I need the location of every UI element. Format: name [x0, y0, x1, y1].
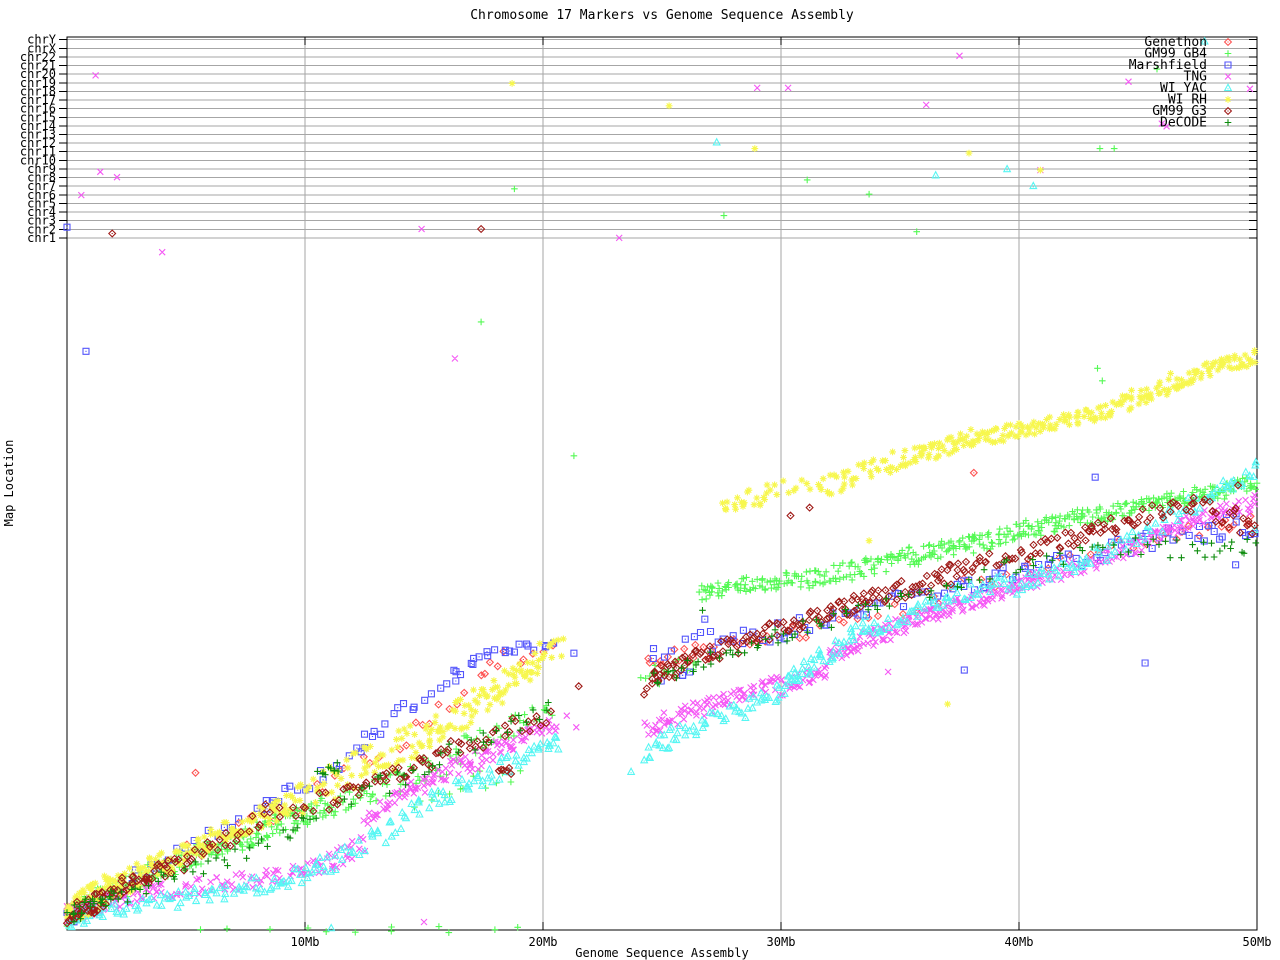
legend-label: DeCODE: [1160, 116, 1207, 131]
chart-page: Chromosome 17 Markers vs Genome Sequence…: [0, 0, 1280, 960]
x-tick-label-30Mb: 30Mb: [767, 935, 796, 949]
x-axis-title: Genome Sequence Assembly: [575, 946, 748, 960]
scatter-series-layer: [64, 38, 1261, 936]
scatter-chart: Chromosome 17 Markers vs Genome Sequence…: [0, 0, 1280, 960]
chart-title: Chromosome 17 Markers vs Genome Sequence…: [470, 8, 854, 23]
legend-marker-open-square-dot: [1225, 62, 1231, 68]
x-tick-label-50Mb: 50Mb: [1243, 935, 1272, 949]
vertical-gridlines: [305, 37, 1019, 930]
axis-tick-marks: [59, 37, 1257, 930]
x-axis-tick-labels: 10Mb 20Mb 30Mb 40Mb 50Mb: [291, 935, 1272, 949]
scatter-series-wi-rh: [64, 80, 1259, 921]
chromosome-band-lines: [67, 40, 1257, 238]
scatter-series-tng: [64, 53, 1258, 925]
scatter-series-gm99-gb4: [64, 66, 1261, 936]
legend-marker-asterisk: [1225, 96, 1232, 103]
x-tick-label-40Mb: 40Mb: [1005, 935, 1034, 949]
legend-marker-open-triangle-dot: [1225, 84, 1232, 90]
y-axis-title: Map Location: [2, 440, 16, 527]
legend-marker-plus: [1225, 119, 1232, 126]
chromosome-band-labels: chrYchrXchr22chr21chr20chr19chr18chr17ch…: [20, 33, 57, 245]
band-label-chr1: chr1: [27, 231, 56, 245]
x-tick-label-20Mb: 20Mb: [529, 935, 558, 949]
scatter-series-wi-yac: [66, 38, 1259, 931]
plot-frame: [67, 37, 1257, 930]
x-tick-label-10Mb: 10Mb: [291, 935, 320, 949]
legend-marker-plus: [1225, 50, 1232, 57]
